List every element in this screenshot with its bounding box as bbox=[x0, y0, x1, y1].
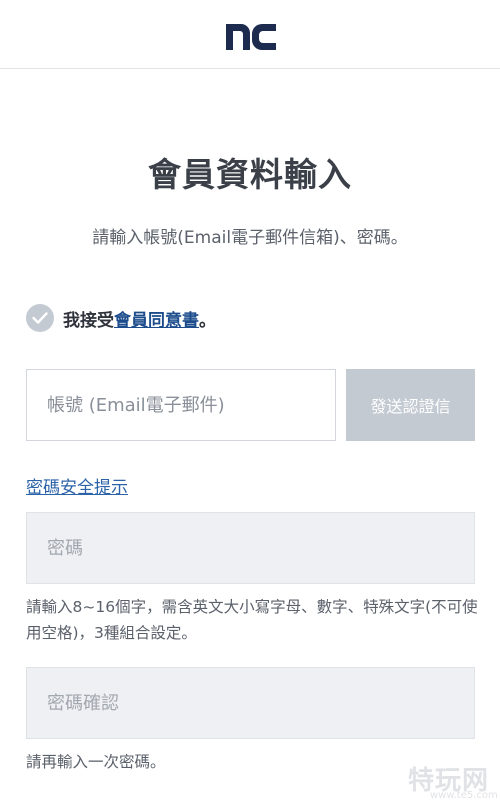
header-bar bbox=[0, 0, 500, 69]
member-agreement-link[interactable]: 會員同意書 bbox=[114, 311, 199, 331]
email-input[interactable] bbox=[26, 369, 336, 441]
password-confirm-hint: 請再輸入一次密碼。 bbox=[26, 753, 166, 771]
watermark: 特玩网 www.te5.com bbox=[408, 760, 498, 804]
page-subtitle: 請輸入帳號(Email電子郵件信箱)、密碼。 bbox=[92, 228, 408, 248]
password-confirm-input[interactable] bbox=[26, 667, 475, 739]
agreement-text: 我接受會員同意書。 bbox=[63, 306, 216, 331]
password-hint: 請輸入8~16個字，需含英文大小寫字母、數字、特殊文字(不可使用空格)，3種組合… bbox=[26, 598, 478, 642]
watermark-url: www.te5.com bbox=[430, 790, 498, 801]
signup-page: 會員資料輸入 請輸入帳號(Email電子郵件信箱)、密碼。 我接受會員同意書。 … bbox=[0, 0, 500, 807]
check-icon bbox=[32, 309, 48, 328]
password-tips-link[interactable]: 密碼安全提示 bbox=[26, 473, 128, 498]
agreement-checkbox[interactable] bbox=[26, 304, 54, 332]
agreement-prefix: 我接受 bbox=[63, 310, 114, 331]
agreement-suffix: 。 bbox=[199, 310, 216, 331]
page-title: 會員資料輸入 bbox=[148, 155, 352, 194]
send-verification-button[interactable]: 發送認證信 bbox=[346, 369, 475, 441]
nc-logo-icon[interactable] bbox=[226, 24, 276, 50]
password-input[interactable] bbox=[26, 512, 475, 584]
agreement-row[interactable]: 我接受會員同意書。 bbox=[26, 304, 216, 332]
